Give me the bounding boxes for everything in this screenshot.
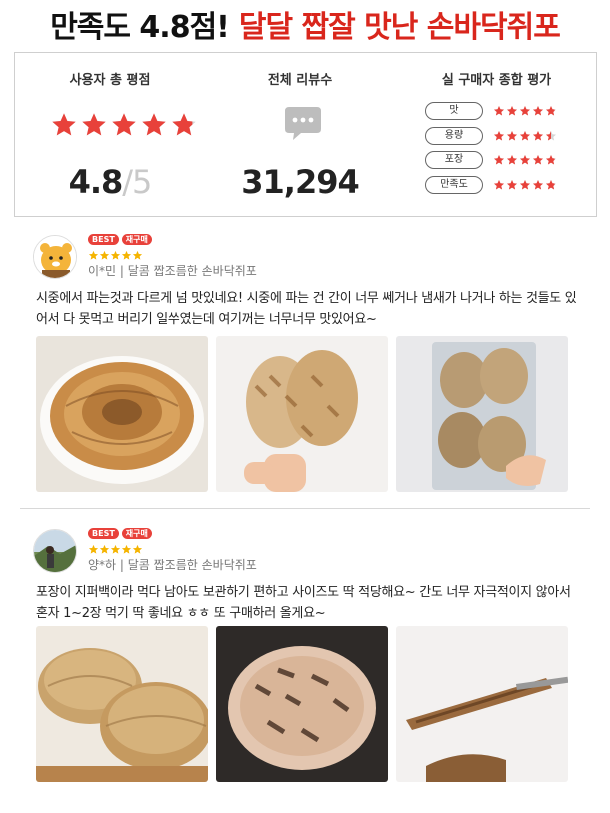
- star-icon: [88, 544, 99, 554]
- headline-product: 달달 짭잘 맛난 손바닥쥐포: [238, 10, 561, 45]
- star-icon: [121, 544, 132, 554]
- snack-pile-photo: [36, 626, 208, 782]
- evaluation-stars: [493, 105, 557, 117]
- star-icon: [533, 106, 543, 116]
- buyer-evaluation-section: 실 구매자 종합 평가 맛용량포장만족도: [395, 53, 598, 216]
- heart-shaped-snack-photo: [216, 336, 388, 492]
- star-icon: [507, 130, 517, 141]
- evaluation-stars: [493, 154, 557, 166]
- review-photo[interactable]: [216, 336, 388, 492]
- star-icon: [520, 179, 530, 190]
- star-icon: [507, 106, 517, 116]
- star-icon: [82, 113, 106, 136]
- repurchase-badge: 재구매: [121, 528, 152, 539]
- star-icon: [533, 179, 543, 190]
- avatar: [33, 235, 77, 279]
- buyer-evaluation-title: 실 구매자 종합 평가: [441, 73, 552, 88]
- avatar: [33, 529, 77, 573]
- evaluation-row: 용량: [425, 124, 585, 149]
- evaluation-label: 포장: [425, 151, 483, 170]
- user-rating-stars: [50, 111, 198, 139]
- review-photo[interactable]: [36, 626, 208, 782]
- fish-snack-stack-photo: [36, 336, 208, 492]
- star-icon: [520, 106, 530, 116]
- evaluation-stars: [493, 179, 557, 191]
- user-rating-section: 사용자 총 평점 4.8/5: [15, 53, 205, 216]
- user-rating-title: 사용자 총 평점: [69, 73, 151, 88]
- star-icon: [99, 544, 110, 554]
- star-icon: [132, 250, 143, 260]
- review-text: 포장이 지퍼백이라 먹다 남아도 보관하기 편하고 사이즈도 딱 적당해요~ 간…: [36, 585, 571, 621]
- star-icon: [494, 155, 504, 165]
- star-icon: [546, 130, 556, 141]
- star-icon: [533, 130, 543, 141]
- star-icon: [520, 130, 530, 141]
- review-photo[interactable]: [36, 336, 208, 492]
- review-meta: 이*민 | 달콤 짭조름한 손바닥쥐포: [88, 264, 257, 278]
- star-icon: [494, 106, 504, 116]
- evaluation-row: 포장: [425, 148, 585, 173]
- review-photo[interactable]: [396, 626, 568, 782]
- review-meta: 양*하 | 달콤 짭조름한 손바닥쥐포: [88, 558, 257, 572]
- evaluation-label: 맛: [425, 102, 483, 121]
- star-icon: [172, 113, 196, 136]
- chat-bubble-icon: [285, 107, 321, 140]
- star-icon: [121, 250, 132, 260]
- star-icon: [110, 250, 121, 260]
- review-badges: BEST 재구매: [88, 234, 152, 245]
- review-badges: BEST 재구매: [88, 528, 152, 539]
- rating-max: /5: [122, 163, 152, 201]
- review-photo[interactable]: [216, 626, 388, 782]
- rating-summary-box: 사용자 총 평점 4.8/5 전체 리뷰수 31,294 실 구매자 종합 평가…: [14, 52, 597, 217]
- repurchase-badge: 재구매: [121, 234, 152, 245]
- review-text: 시중에서 파는것과 다르게 넘 맛있네요! 시중에 파는 건 간이 너무 쎄거나…: [36, 291, 577, 327]
- evaluation-list: 맛용량포장만족도: [425, 99, 585, 197]
- evaluation-row: 맛: [425, 99, 585, 124]
- star-icon: [520, 155, 530, 165]
- packaged-snack-photo: [396, 336, 568, 492]
- star-icon: [112, 113, 136, 136]
- star-icon: [507, 155, 517, 165]
- headline-satisfaction: 만족도 4.8점!: [50, 10, 230, 45]
- user-rating-value: 4.8/5: [15, 163, 205, 201]
- evaluation-label: 용량: [425, 126, 483, 145]
- review-photos: [36, 336, 568, 492]
- evaluation-row: 만족도: [425, 173, 585, 198]
- total-reviews-title: 전체 리뷰수: [267, 73, 333, 88]
- review-stars: [88, 250, 143, 261]
- review-divider: [20, 508, 590, 509]
- best-badge: BEST: [88, 234, 119, 245]
- star-icon: [533, 155, 543, 165]
- star-icon: [142, 113, 166, 136]
- review-photo[interactable]: [396, 336, 568, 492]
- rating-score: 4.8: [68, 163, 124, 201]
- best-badge: BEST: [88, 528, 119, 539]
- total-reviews-count: 31,294: [241, 163, 359, 201]
- evaluation-label: 만족도: [425, 175, 483, 194]
- star-icon: [546, 179, 556, 190]
- star-icon: [494, 130, 504, 141]
- star-icon: [546, 106, 556, 116]
- review-stars: [88, 544, 143, 555]
- star-icon: [507, 179, 517, 190]
- star-icon: [546, 155, 556, 165]
- headline: 만족도 4.8점! 달달 짭잘 맛난 손바닥쥐포: [0, 0, 610, 48]
- star-icon: [99, 250, 110, 260]
- review-photos: [36, 626, 568, 782]
- grilled-snack-photo: [216, 626, 388, 782]
- star-icon: [88, 250, 99, 260]
- star-icon: [52, 113, 76, 136]
- star-icon: [132, 544, 143, 554]
- tongs-snack-photo: [396, 626, 568, 782]
- total-reviews-section: 전체 리뷰수 31,294: [205, 53, 395, 216]
- evaluation-stars: [493, 130, 557, 142]
- star-icon: [494, 179, 504, 190]
- star-icon: [110, 544, 121, 554]
